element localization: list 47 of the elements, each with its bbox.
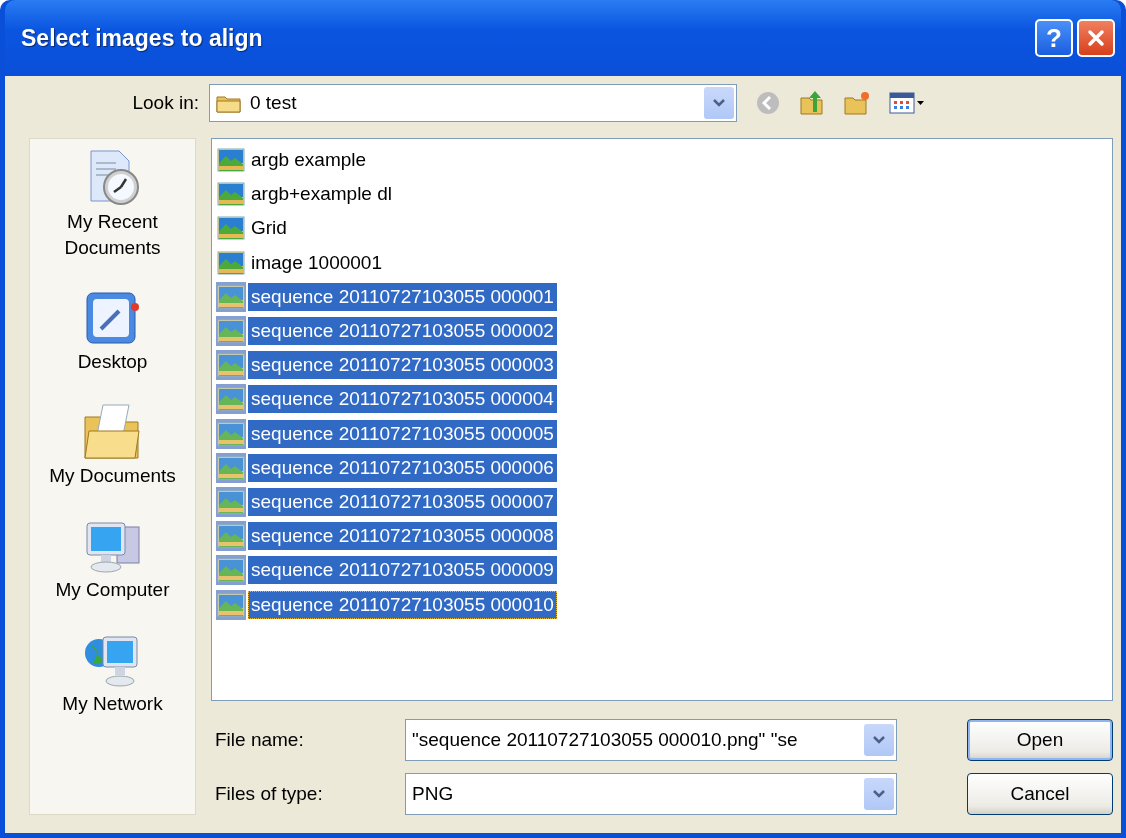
file-name-label: File name: xyxy=(214,729,305,751)
file-name[interactable]: sequence 20110727103055 000004 xyxy=(248,385,557,414)
place-label[interactable]: My Network xyxy=(37,691,188,717)
close-icon xyxy=(1086,28,1106,48)
file-name[interactable]: sequence 20110727103055 000003 xyxy=(248,351,557,380)
up-folder-icon[interactable] xyxy=(799,90,825,116)
file-name[interactable]: sequence 20110727103055 000007 xyxy=(248,487,557,516)
file-name[interactable]: Grid xyxy=(248,214,290,243)
image-file-icon xyxy=(216,418,246,449)
file-name[interactable]: sequence 20110727103055 000005 xyxy=(248,419,557,448)
open-button[interactable]: Open xyxy=(967,719,1113,761)
image-file-icon xyxy=(216,384,246,415)
window-title: Select images to align xyxy=(21,24,263,52)
place-label[interactable]: My Recent Documents xyxy=(37,209,188,261)
place-label[interactable]: My Computer xyxy=(37,577,188,603)
file-name[interactable]: sequence 20110727103055 000001 xyxy=(248,282,557,311)
file-name[interactable]: sequence 20110727103055 000002 xyxy=(248,317,557,346)
file-name[interactable]: image 1000001 xyxy=(248,248,385,277)
file-name[interactable]: argb+example dl xyxy=(248,180,395,209)
look-in-value: 0 test xyxy=(250,92,298,114)
place-label[interactable]: My Documents xyxy=(37,463,188,489)
file-name[interactable]: sequence 20110727103055 000009 xyxy=(248,556,557,585)
cancel-button[interactable]: Cancel xyxy=(967,773,1113,815)
place-label[interactable]: Desktop xyxy=(37,349,188,375)
image-file-icon xyxy=(216,521,246,552)
new-folder-icon[interactable] xyxy=(843,90,871,116)
folder-icon xyxy=(216,93,242,113)
image-file-icon xyxy=(216,452,246,483)
back-icon[interactable] xyxy=(755,90,781,116)
close-button[interactable] xyxy=(1077,19,1115,57)
file-name[interactable]: sequence 20110727103055 000008 xyxy=(248,522,557,551)
image-file-icon xyxy=(216,589,246,620)
file-type-label: Files of type: xyxy=(214,783,324,805)
image-file-icon xyxy=(216,281,246,312)
file-name[interactable]: argb example xyxy=(248,146,370,175)
look-in-dropdown[interactable]: 0 test xyxy=(209,84,737,122)
file-name-field[interactable]: "sequence 20110727103055 000010.png" "se xyxy=(405,719,897,761)
look-in-label: Look in: xyxy=(131,92,199,114)
image-file-icon xyxy=(216,486,246,517)
image-file-icon xyxy=(216,350,246,381)
file-name[interactable]: sequence 20110727103055 000010 xyxy=(248,590,557,619)
view-menu-icon[interactable] xyxy=(889,90,925,116)
image-file-icon xyxy=(216,316,246,347)
help-button[interactable]: ? xyxy=(1035,19,1073,57)
file-type-dropdown[interactable]: PNG xyxy=(405,773,897,815)
file-name[interactable]: sequence 20110727103055 000006 xyxy=(248,453,557,482)
image-file-icon xyxy=(216,555,246,586)
